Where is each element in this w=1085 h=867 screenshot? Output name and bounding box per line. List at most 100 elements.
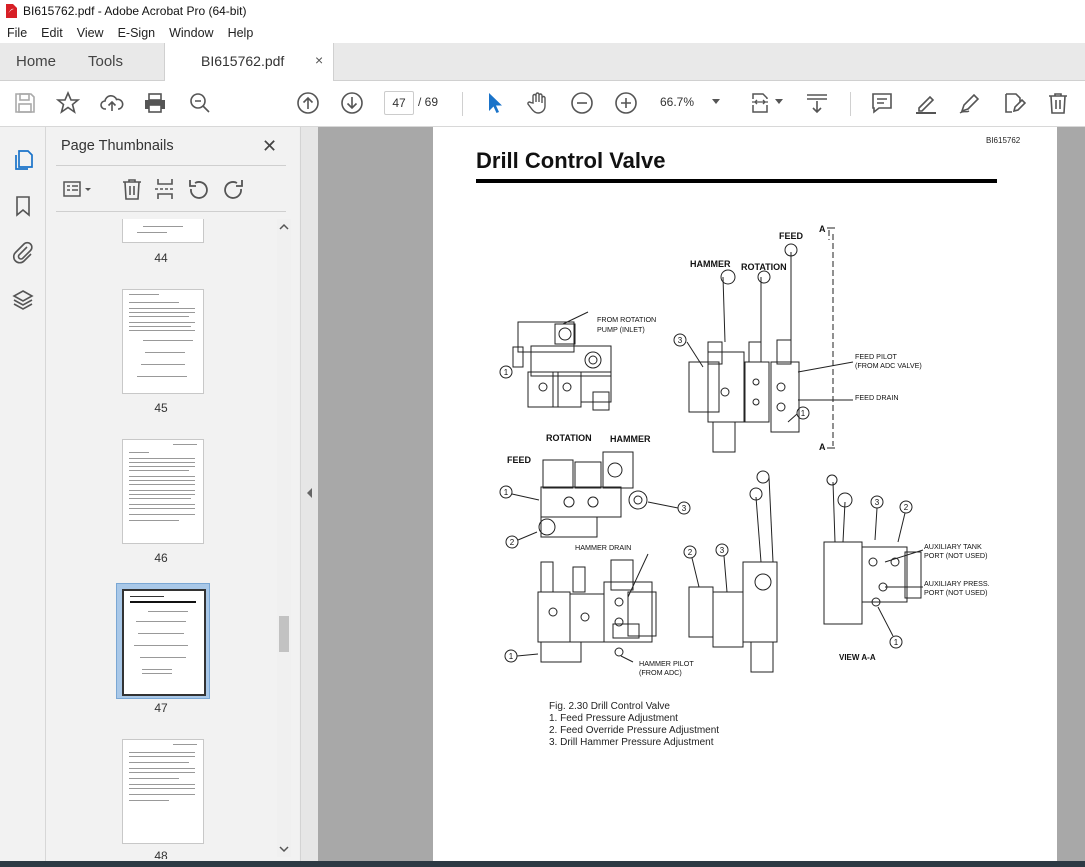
menu-edit[interactable]: Edit — [34, 26, 70, 40]
delete-pages-icon[interactable] — [120, 177, 144, 201]
document-viewer[interactable]: BI615762 Drill Control Valve 1 3 1 1 2 3… — [318, 127, 1085, 861]
chevron-down-icon[interactable] — [775, 99, 783, 104]
label-feed-pilot: FEED PILOT — [855, 352, 898, 361]
layers-icon[interactable] — [11, 288, 35, 312]
svg-text:3: 3 — [682, 504, 687, 513]
rotate-left-icon[interactable] — [187, 177, 211, 201]
extract-pages-icon[interactable] — [153, 177, 177, 201]
svg-text:2: 2 — [510, 538, 515, 547]
thumbnail-label: 47 — [154, 701, 168, 715]
label-pump-inlet: PUMP (INLET) — [597, 325, 645, 334]
label-a-bottom: A — [819, 442, 826, 452]
doc-id: BI615762 — [986, 136, 1021, 145]
thumbnail-page[interactable] — [122, 289, 204, 394]
page-thumbnails-icon[interactable] — [11, 148, 35, 172]
label-from-rotation: FROM ROTATION — [597, 315, 656, 324]
thumbnail-page[interactable] — [122, 739, 204, 844]
pdf-app-icon — [6, 4, 17, 18]
menu-esign[interactable]: E-Sign — [111, 26, 163, 40]
label-rotation-mid: ROTATION — [546, 433, 592, 443]
chevron-left-icon[interactable] — [306, 487, 314, 499]
hand-tool-icon[interactable] — [526, 91, 550, 115]
window-title: BI615762.pdf - Adobe Acrobat Pro (64-bit… — [23, 4, 247, 18]
thumbnail-list: 44 45 46 47 48 — [46, 219, 276, 859]
label-from-adc: (FROM ADC) — [639, 668, 682, 677]
menu-window[interactable]: Window — [162, 26, 220, 40]
valve-diagram: 1 3 1 1 2 3 1 2 3 3 2 1 FEED HAMMER ROTATION A A… — [499, 224, 990, 677]
chevron-down-icon[interactable] — [712, 99, 720, 104]
tab-home[interactable]: Home — [16, 43, 56, 80]
panel-collapse-handle[interactable] — [300, 127, 319, 861]
next-page-icon[interactable] — [340, 91, 364, 115]
label-hammer-mid: HAMMER — [610, 434, 651, 444]
highlight-pen-icon[interactable] — [914, 91, 938, 115]
bookmark-star-icon[interactable] — [55, 90, 81, 115]
page-number-input[interactable]: 47 — [384, 91, 414, 115]
label-from-adc-valve: (FROM ADC VALVE) — [855, 361, 922, 370]
tab-close-button[interactable]: × — [315, 52, 323, 68]
panel-close-button[interactable]: ✕ — [262, 136, 277, 157]
panel-title: Page Thumbnails — [61, 138, 174, 154]
thumbnail-page[interactable] — [122, 219, 204, 243]
label-feed-mid: FEED — [507, 455, 532, 465]
sign-pen-icon[interactable] — [958, 91, 982, 115]
toolbar-divider — [462, 92, 463, 116]
tab-document-label: BI615762.pdf — [201, 53, 285, 69]
chevron-up-icon[interactable] — [279, 223, 289, 231]
fit-page-icon[interactable] — [750, 91, 774, 115]
tab-bar: Home Tools BI615762.pdf × — [0, 43, 1085, 81]
label-hammer-top: HAMMER — [690, 259, 731, 269]
zoom-out-icon[interactable] — [570, 91, 594, 115]
label-aux-press: AUXILIARY PRESS. — [924, 579, 990, 588]
zoom-search-icon[interactable] — [188, 91, 212, 115]
tab-tools[interactable]: Tools — [88, 43, 123, 80]
save-icon[interactable] — [13, 91, 37, 115]
figure-caption: Fig. 2.30 Drill Control Valve 1. Feed Pr… — [549, 701, 719, 749]
delete-trash-icon[interactable] — [1046, 91, 1070, 115]
cloud-upload-icon[interactable] — [100, 91, 124, 115]
fill-sign-icon[interactable] — [1002, 91, 1027, 115]
title-rule — [476, 179, 997, 183]
label-a-top: A — [819, 224, 826, 234]
label-hammer-pilot: HAMMER PILOT — [639, 659, 694, 668]
taskbar-strip — [0, 861, 1085, 867]
tab-document[interactable]: BI615762.pdf × — [164, 43, 334, 81]
comment-icon[interactable] — [870, 91, 894, 115]
scroll-mode-icon[interactable] — [805, 91, 829, 115]
thumbnail-label: 44 — [154, 251, 168, 265]
thumbnail-label: 48 — [154, 849, 168, 859]
bookmark-icon[interactable] — [11, 194, 35, 218]
label-hammer-drain: HAMMER DRAIN — [575, 543, 631, 552]
menu-view[interactable]: View — [70, 26, 111, 40]
label-feed-drain: FEED DRAIN — [855, 393, 899, 402]
menu-help[interactable]: Help — [221, 26, 261, 40]
label-aux-tank: AUXILIARY TANK — [924, 542, 982, 551]
chevron-down-icon[interactable] — [279, 845, 289, 853]
thumbnail-page-current[interactable] — [122, 589, 206, 696]
label-port-not-used-2: PORT (NOT USED) — [924, 588, 988, 597]
scrollbar-thumb[interactable] — [279, 616, 289, 652]
svg-text:1: 1 — [894, 638, 899, 647]
page-title: Drill Control Valve — [476, 148, 666, 173]
select-cursor-icon[interactable] — [482, 91, 506, 115]
caption-item: 3. Drill Hammer Pressure Adjustment — [549, 737, 714, 748]
zoom-in-icon[interactable] — [614, 91, 638, 115]
thumbnail-page[interactable] — [122, 439, 204, 544]
zoom-level-select[interactable]: 66.7% — [660, 95, 694, 109]
menu-file[interactable]: File — [0, 26, 34, 40]
caption-item: 2. Feed Override Pressure Adjustment — [549, 725, 720, 736]
previous-page-icon[interactable] — [296, 91, 320, 115]
svg-text:3: 3 — [678, 336, 683, 345]
panel-divider — [56, 211, 286, 212]
thumbnail-scrollbar[interactable] — [277, 219, 291, 857]
rotate-right-icon[interactable] — [221, 177, 245, 201]
label-feed-top: FEED — [779, 231, 804, 241]
thumbnail-label: 46 — [154, 551, 168, 565]
page-total: / 69 — [418, 95, 439, 109]
print-icon[interactable] — [143, 91, 167, 115]
label-rotation-top: ROTATION — [741, 262, 787, 272]
label-port-not-used-1: PORT (NOT USED) — [924, 551, 988, 560]
attachment-icon[interactable] — [11, 240, 35, 264]
thumbnail-options-icon[interactable] — [60, 177, 91, 201]
svg-text:2: 2 — [688, 548, 693, 557]
